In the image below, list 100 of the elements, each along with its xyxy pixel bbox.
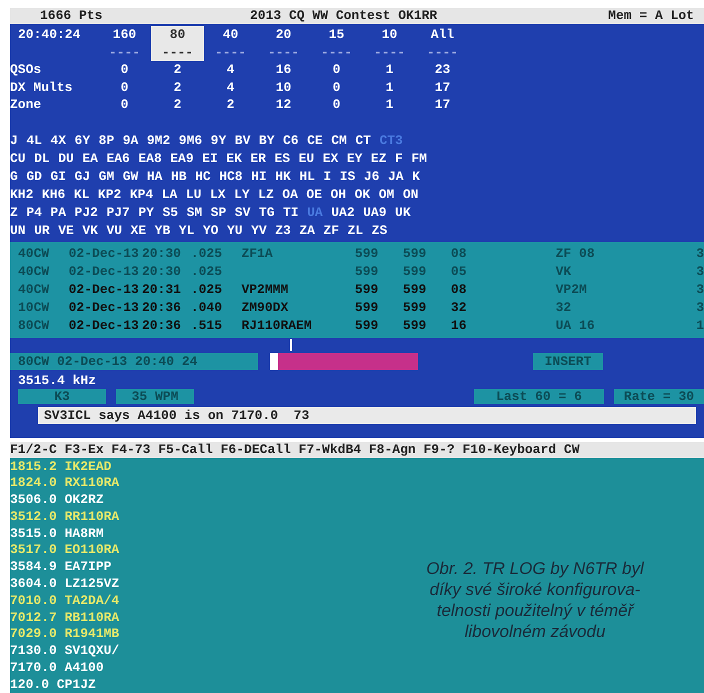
table-cell-text: 0 (120, 78, 130, 96)
multiplier-text: HK (275, 168, 291, 186)
last-hour-indicator: Last 60 = 6 (474, 388, 604, 404)
multiplier-text: KH6 (42, 186, 66, 204)
band-tab[interactable]: All (416, 26, 469, 44)
table-cell-text: 23 (434, 61, 452, 78)
radio-indicator: K3 (18, 388, 106, 404)
multiplier-text: OK (354, 186, 370, 204)
band-tab[interactable]: 20 (257, 26, 310, 44)
multiplier-text: EX (322, 150, 338, 168)
multiplier-text: VE (58, 222, 74, 240)
multiplier-text: XE (130, 222, 146, 240)
contest-title: 2013 CQ WW Contest OK1RR (250, 8, 438, 24)
rate-indicator: Rate = 30 (614, 388, 704, 404)
bandmap-spot[interactable]: 120.0 CP1JZ (10, 676, 96, 693)
bandmap-spot[interactable]: 3512.0 RR110RA (10, 508, 120, 526)
bandmap-spot[interactable]: 7130.0 SV1QXU/ (10, 643, 120, 660)
call-input-field[interactable] (278, 353, 418, 370)
multiplier-text: 9M6 (178, 132, 202, 150)
multiplier-text: HB (170, 168, 187, 186)
table-cell-text: 0 (120, 96, 130, 114)
dash-line: ---- (426, 44, 460, 61)
multiplier-text: ES (274, 150, 290, 168)
bandmap-spot[interactable]: 7029.0 R1941MB (10, 626, 120, 644)
band-tab[interactable]: 40 (204, 26, 257, 44)
multiplier-text: UR (34, 222, 50, 240)
frequency-text: 3515.4 kHz (17, 372, 98, 388)
multiplier-text: UK (395, 204, 411, 222)
multiplier-text: DU (58, 150, 74, 168)
bandmap-spot[interactable]: 3584.9 EA7IPP (10, 559, 112, 576)
table-cell-text: 2 (172, 78, 182, 96)
message-bar: SV3ICL says A4100 is on 7170.0 73 (38, 406, 696, 424)
table-cell-text: 2 (172, 96, 182, 114)
log-row-text: 40CW 02-Dec-13 20:30 .025 ZF1A 599 599 08 ZF 08 3 (17, 244, 704, 262)
multiplier-text: IS (340, 168, 356, 186)
multiplier-text: CU (10, 150, 26, 168)
bandmap-spot[interactable]: 3604.0 LZ125VZ (10, 576, 120, 593)
row-label: Zone (10, 96, 42, 114)
multiplier-text: 8P (98, 132, 114, 150)
row-label: DX Mults (10, 78, 74, 96)
figure-caption: Obr. 2. TR LOG by N6TR byl díky své široké konfigurova-telnosti použitelný v téměř libovolném závodu (425, 558, 646, 642)
multiplier-text: J (10, 132, 18, 150)
multiplier-text: VU (106, 222, 122, 240)
multiplier-text: 6Y (74, 132, 90, 150)
table-cell-text: 4 (226, 61, 236, 78)
table-cell-text: 2 (172, 61, 182, 78)
multiplier-text: PJ7 (106, 204, 130, 222)
multiplier-text: ZL (348, 222, 364, 240)
table-cell-text: 0 (120, 61, 130, 78)
multiplier-text: PJ2 (74, 204, 98, 222)
multiplier-text: BY (258, 132, 274, 150)
multiplier-text: GM (98, 168, 114, 186)
multiplier-text: KH2 (10, 186, 34, 204)
bandmap-spot[interactable]: 7170.0 A4100 (10, 660, 104, 677)
table-cell-text: 17 (434, 78, 452, 96)
multiplier-text: LA (162, 186, 178, 204)
bandmap-spot[interactable]: 3517.0 EO110RA (10, 542, 120, 560)
multiplier-text: 9Y (210, 132, 226, 150)
dash-line: ---- (372, 44, 406, 61)
multiplier-text: EK (226, 150, 242, 168)
multiplier-text: EA8 (138, 150, 162, 168)
band-tab[interactable]: 10 (363, 26, 416, 44)
log-row-text: 80CW 02-Dec-13 20:36 .515 RJ110RAEM 599 599 16 UA 16 1 (17, 316, 704, 334)
multiplier-text: I (323, 168, 332, 186)
multiplier-text: ZS (372, 222, 388, 240)
bandmap-spot[interactable]: 3506.0 OK2RZ (10, 492, 104, 509)
multiplier-text: LZ (258, 186, 274, 204)
table-cell-text: 2 (226, 96, 236, 114)
bandmap-spot[interactable]: 7012.7 RB110RA (10, 610, 120, 626)
memory-text: Mem = A Lot (608, 8, 694, 24)
log-row-text: 10CW 02-Dec-13 20:36 .040 ZM90DX 599 599 32 32 3 (17, 298, 704, 316)
multiplier-text: GI (50, 168, 66, 186)
multiplier-text: ZA (299, 222, 315, 240)
table-cell-text: 0 (332, 61, 342, 78)
multiplier-text: LU (186, 186, 202, 204)
multiplier-text: UA (307, 204, 323, 222)
bandmap-spot[interactable]: 1815.2 IK2EAD (10, 458, 112, 476)
multiplier-text: DL (34, 150, 50, 168)
bandmap-spot[interactable]: 1824.0 RX110RA (10, 475, 120, 492)
band-tab[interactable]: 160 (98, 26, 151, 44)
multiplier-text: HI (251, 168, 267, 186)
band-tab[interactable]: 15 (310, 26, 363, 44)
multiplier-text: YU (226, 222, 243, 240)
table-cell-text: 0 (332, 78, 342, 96)
bandmap-spot[interactable]: 3515.0 HA8RM (10, 526, 104, 542)
multiplier-text: K (412, 168, 420, 186)
multiplier-text: S5 (162, 204, 178, 222)
multiplier-text: CT3 (379, 132, 403, 150)
multiplier-text: UA2 (331, 204, 355, 222)
multiplier-text: EA9 (170, 150, 194, 168)
log-entry-field[interactable]: 80CW 02-Dec-13 20:40 24 (10, 353, 258, 370)
dash-line: ---- (214, 44, 248, 61)
multiplier-text: HL (299, 168, 315, 186)
multiplier-text: LY (234, 186, 250, 204)
band-tab[interactable]: 80 (151, 26, 204, 44)
multiplier-text: LX (210, 186, 226, 204)
multiplier-text: HA (146, 168, 162, 186)
bandmap-spot[interactable]: 7010.0 TA2DA/4 (10, 592, 120, 610)
table-cell-text: 1 (384, 96, 394, 114)
multiplier-text: BV (234, 132, 250, 150)
